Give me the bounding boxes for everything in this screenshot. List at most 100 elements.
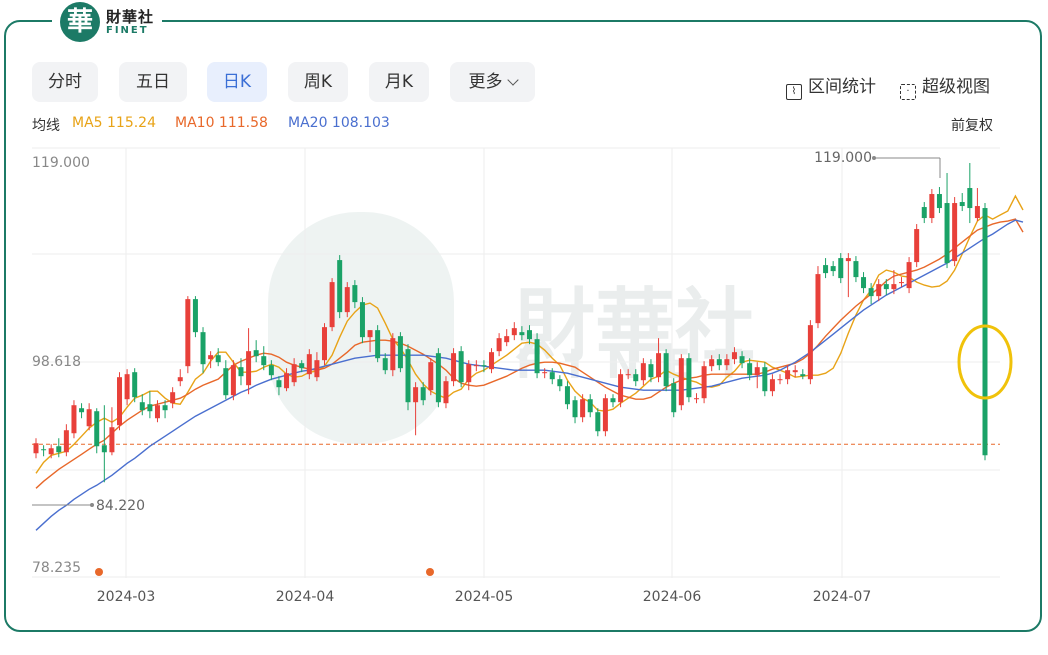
candle-body [185, 299, 191, 367]
candle-body [284, 373, 290, 389]
candle-body [101, 445, 107, 453]
candle-body [792, 370, 798, 373]
candle-body [314, 360, 320, 378]
candle-body [413, 387, 419, 403]
candle-body [299, 363, 305, 369]
high-pointer-dot [872, 156, 876, 160]
candle-body [595, 412, 601, 432]
candle-body [845, 258, 851, 262]
candle-body [678, 358, 684, 406]
candle-body [215, 355, 221, 363]
candle-body [625, 374, 631, 376]
y-axis-label: 78.235 [32, 560, 81, 576]
candle-body [656, 353, 662, 378]
candle-body [648, 364, 654, 378]
candle-body [428, 362, 434, 391]
candle-body [731, 352, 737, 360]
candle-body [800, 374, 806, 377]
candle-body [147, 404, 153, 412]
candle-body [716, 359, 722, 366]
candle-body [754, 367, 760, 376]
candle-body [94, 411, 100, 447]
candle-body [542, 372, 548, 374]
candle-body [504, 336, 510, 343]
event-dot-marker [426, 568, 434, 576]
candle-body [246, 351, 252, 386]
candle-body [352, 285, 358, 303]
candle-body [534, 339, 540, 374]
candle-body [496, 338, 502, 352]
candle-body [117, 377, 123, 426]
candle-body [489, 352, 495, 370]
candle-body [177, 377, 183, 382]
candle-body [694, 398, 700, 400]
candle-body [344, 287, 350, 313]
candle-body [640, 363, 646, 381]
candle-body [709, 359, 715, 367]
candle-body [109, 427, 115, 453]
candle-body [291, 364, 297, 383]
candle-body [261, 356, 267, 366]
candle-body [686, 358, 692, 398]
high-value-label: 119.000 [814, 150, 872, 166]
candle-body [473, 365, 479, 367]
candle-body [785, 370, 791, 380]
candle-body [921, 207, 927, 219]
candle-body [952, 203, 958, 262]
candle-body [618, 374, 624, 403]
candle-body [132, 372, 138, 398]
candle-body [549, 372, 555, 380]
candle-body [959, 202, 965, 207]
candle-body [375, 330, 381, 359]
candle-body [929, 194, 935, 219]
candle-body [823, 265, 829, 274]
candle-body [572, 400, 578, 418]
candle-body [906, 262, 912, 289]
candle-body [807, 325, 813, 380]
candle-body [663, 353, 669, 387]
candle-body [124, 374, 130, 400]
candle-body [982, 208, 988, 456]
candle-body [739, 356, 745, 364]
candle-body [861, 277, 867, 289]
low-value-label: 84.220 [96, 498, 145, 514]
candle-body [56, 446, 62, 453]
candle-body [223, 368, 229, 396]
candle-body [276, 380, 282, 388]
candle-body [883, 284, 889, 290]
x-axis-label: 2024-03 [97, 589, 156, 605]
candle-body [466, 364, 472, 383]
candle-body [633, 374, 639, 382]
candle-body [769, 379, 775, 392]
candle-body [154, 405, 160, 419]
candle-body [671, 383, 677, 413]
x-axis-label: 2024-06 [643, 589, 702, 605]
candle-body [580, 399, 586, 418]
candle-body [405, 349, 411, 403]
low-pointer-dot [90, 503, 94, 507]
candle-body [868, 288, 874, 297]
candle-body [41, 449, 47, 451]
candle-body [876, 284, 882, 297]
candle-body [815, 274, 821, 324]
candle-body [777, 379, 783, 381]
candle-body [974, 206, 980, 219]
candle-body [944, 203, 950, 264]
candle-body [33, 443, 39, 454]
candle-body [914, 229, 920, 263]
candle-body [967, 188, 973, 209]
candle-body [230, 365, 236, 396]
candle-body [724, 359, 730, 366]
candle-body [481, 365, 487, 367]
candle-body [48, 448, 54, 455]
x-axis-label: 2024-07 [813, 589, 872, 605]
candle-body [253, 350, 259, 357]
candle-body [587, 399, 593, 413]
candle-body [192, 299, 198, 333]
ma20-line [35, 219, 1024, 531]
candle-body [519, 332, 525, 336]
candle-body [329, 282, 335, 328]
y-axis-label: 119.000 [32, 155, 90, 171]
candle-body [443, 381, 449, 404]
candle-body [139, 402, 145, 411]
